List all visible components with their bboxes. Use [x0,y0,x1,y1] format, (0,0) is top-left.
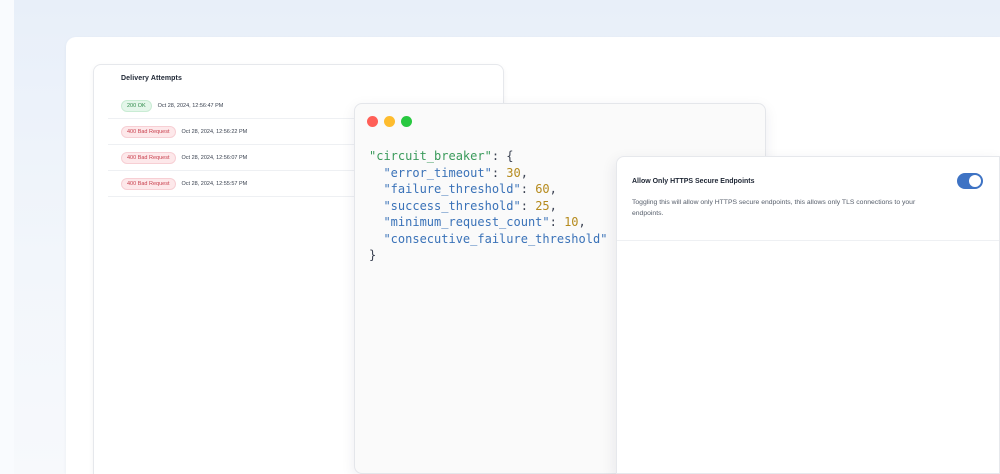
delivery-attempts-title: Delivery Attempts [121,75,182,82]
https-settings-card: Allow Only HTTPS Secure Endpoints Toggli… [616,156,1000,474]
attempt-timestamp: Oct 28, 2024, 12:56:22 PM [181,128,248,135]
code-close-brace: } [369,248,377,262]
code-key: "success_threshold" [383,198,521,213]
code-value: 25 [535,198,550,213]
status-badge: 400 Bad Request [121,151,176,164]
code-separator: , [549,198,557,213]
json-code-block: "circuit_breaker": { "error_timeout": 30… [369,149,608,262]
https-only-toggle[interactable] [957,173,983,189]
code-key: "failure_threshold" [383,182,521,196]
code-separator: , [549,182,557,196]
code-separator: , [520,165,528,180]
page-side-strip [0,0,14,474]
maximize-dot-icon[interactable] [401,116,412,127]
code-key: "minimum_request_count" [383,215,550,229]
attempt-timestamp: Oct 28, 2024, 12:56:47 PM [157,102,224,109]
toggle-knob [969,175,981,187]
code-key: "consecutive_failure_threshold" [383,231,608,246]
status-badge: 400 Bad Request [121,125,176,138]
minimize-dot-icon[interactable] [384,116,395,127]
https-setting-title: Allow Only HTTPS Secure Endpoints [632,178,755,185]
attempt-timestamp: Oct 28, 2024, 12:56:07 PM [181,154,248,161]
code-root-key: "circuit_breaker" [369,149,492,163]
code-separator: , [578,215,586,229]
code-value: 30 [506,165,521,180]
https-setting-description: Toggling this will allow only HTTPS secu… [632,199,916,217]
window-controls [367,116,412,127]
status-badge: 200 OK [121,99,152,112]
code-open-brace: : { [491,149,514,163]
status-badge: 400 Bad Request [121,177,176,190]
attempt-timestamp: Oct 28, 2024, 12:55:57 PM [181,180,248,187]
code-value: 10 [564,215,579,229]
https-setting-row: Allow Only HTTPS Secure Endpoints Toggli… [617,157,999,241]
code-value: 60 [535,182,550,196]
close-dot-icon[interactable] [367,116,378,127]
code-key: "error_timeout" [383,165,492,180]
